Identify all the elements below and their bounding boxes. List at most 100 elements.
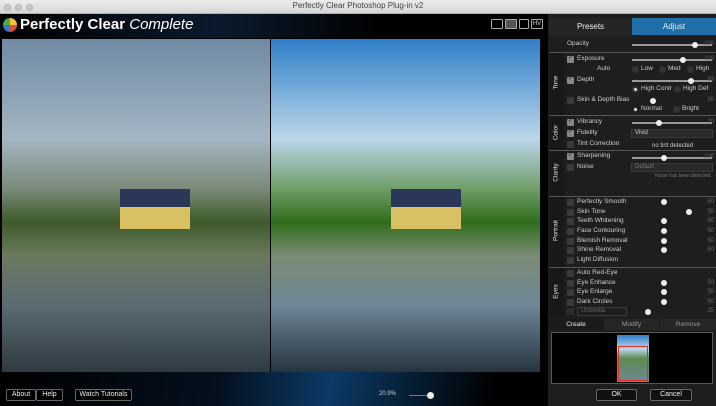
divider [549,52,716,53]
light-diffusion-label: Light Diffusion [577,256,619,263]
hv-view-button[interactable]: HV [531,19,543,29]
umbrella-select[interactable]: Umbrella [577,307,627,316]
tint-correction-label: Tint Correction [577,140,620,147]
high-def-radio[interactable] [674,86,681,93]
house [391,189,461,229]
about-button[interactable]: About [6,389,36,401]
face-contouring-label: Face Contouring [577,227,626,234]
dark-circles-label: Dark Circles [577,298,613,305]
high-contr-label: High Contr [641,85,673,92]
teeth-whitening-checkbox[interactable] [567,218,574,225]
tone-section-tab: Tone [549,53,564,115]
tint-correction-checkbox[interactable] [567,141,574,148]
vibrancy-slider-handle[interactable] [656,120,662,126]
exposure-slider-handle[interactable] [680,57,686,63]
divider [549,150,716,151]
logo-icon [3,18,17,32]
ok-button[interactable]: OK [596,389,637,401]
vibrancy-value: 20 [707,119,714,125]
divider [549,115,716,116]
noise-checkbox[interactable] [567,164,574,171]
vibrancy-label: Vibrancy [577,118,603,125]
shine-removal-value: 50 [707,247,714,253]
perfectly-smooth-checkbox[interactable] [567,199,574,206]
bright-radio[interactable] [673,106,680,113]
clarity-section-tab: Clarity [549,151,564,196]
fidelity-select[interactable]: Vivid [631,129,713,138]
cancel-button[interactable]: Cancel [650,389,692,401]
normal-radio[interactable] [633,107,638,112]
skin-depth-bias-slider-handle[interactable] [650,98,656,104]
umbrella-value: 25 [707,308,714,314]
tab-presets[interactable]: Presets [549,18,632,35]
eyes-label: Eyes [552,284,560,299]
umbrella-checkbox[interactable] [567,308,574,315]
divider [549,196,716,197]
side-by-side-view-button[interactable] [505,19,517,29]
watch-tutorials-button[interactable]: Watch Tutorials [75,389,132,401]
eye-enlarge-value: 50 [707,289,714,295]
auto-low-label: Low [641,65,653,72]
tint-status: no tint detected [652,143,694,149]
auto-med-radio[interactable] [659,66,666,73]
exposure-checkbox[interactable] [567,54,574,63]
noise-select[interactable]: Default [631,163,713,172]
shine-removal-checkbox[interactable] [567,247,574,254]
eye-enhance-slider-handle[interactable] [661,280,667,286]
eye-enlarge-slider-handle[interactable] [661,289,667,295]
color-label: Color [552,124,560,141]
exposure-label: Exposure [577,55,605,62]
shine-removal-slider-handle[interactable] [661,247,667,253]
face-contouring-checkbox[interactable] [567,228,574,235]
eye-enhance-checkbox[interactable] [567,280,574,287]
zoom-slider-track[interactable] [409,395,429,396]
blemish-removal-slider-handle[interactable] [661,238,667,244]
exposure-value: 119 [704,56,714,62]
help-button[interactable]: Help [36,389,63,401]
brand-name: Perfectly Clear [20,16,126,33]
auto-low-radio[interactable] [632,66,639,73]
after-image [271,39,540,372]
zoom-slider-handle[interactable] [427,392,434,399]
fidelity-checkbox[interactable] [567,128,574,137]
divider [549,267,716,268]
perfectly-smooth-slider-handle[interactable] [661,199,667,205]
preview-view-rectangle[interactable] [618,346,648,381]
blemish-removal-value: 50 [707,238,714,244]
sharpening-value: 100 [703,154,714,160]
single-view-button[interactable] [491,19,503,29]
eye-enlarge-checkbox[interactable] [567,289,574,296]
umbrella-slider-handle[interactable] [645,309,651,315]
create-tab[interactable]: Create [549,319,603,330]
dark-circles-checkbox[interactable] [567,299,574,306]
sharpening-slider-handle[interactable] [661,155,667,161]
skin-tone-checkbox[interactable] [567,209,574,216]
shine-removal-label: Shine Removal [577,246,622,253]
tab-adjust[interactable]: Adjust [632,18,716,35]
dark-circles-slider-handle[interactable] [661,299,667,305]
depth-checkbox[interactable] [567,75,574,84]
perfectly-smooth-value: 50 [707,199,714,205]
high-def-label: High Def [683,85,709,92]
teeth-whitening-slider-handle[interactable] [661,218,667,224]
modify-tab[interactable]: Modify [604,319,659,330]
skin-depth-bias-checkbox[interactable] [567,97,574,104]
auto-red-eye-label: Auto Red-Eye [577,269,618,276]
auto-red-eye-checkbox[interactable] [567,270,574,277]
light-diffusion-checkbox[interactable] [567,257,574,264]
normal-label: Normal [641,105,662,112]
dark-circles-value: 50 [707,299,714,305]
split-view-button[interactable] [519,19,529,29]
high-contr-radio[interactable] [632,86,639,93]
auto-high-radio[interactable] [687,66,694,73]
zoom-level: 20.9% [379,391,397,397]
auto-label: Auto [597,65,611,72]
remove-tab[interactable]: Remove [660,319,716,330]
fidelity-label: Fidelity [577,129,598,136]
sharpening-label: Sharpening [577,152,611,159]
face-contouring-slider-handle[interactable] [661,228,667,234]
blemish-removal-checkbox[interactable] [567,238,574,245]
sharpening-checkbox[interactable] [567,151,574,160]
color-section-tab: Color [549,116,564,150]
vibrancy-checkbox[interactable] [567,117,574,126]
